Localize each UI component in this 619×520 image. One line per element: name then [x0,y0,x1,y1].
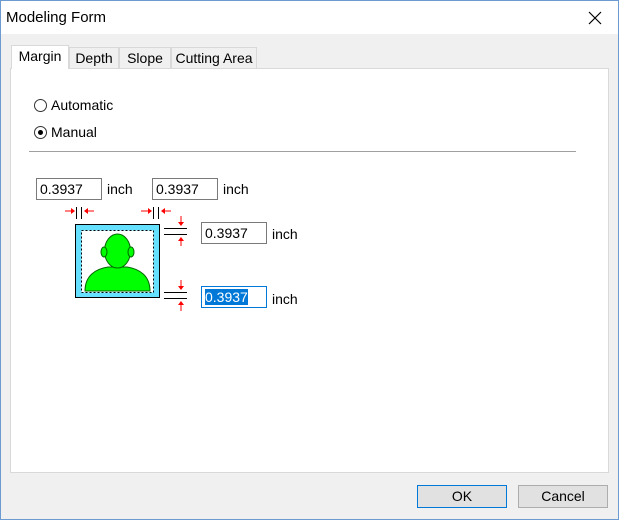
top-margin-arrows [178,216,184,246]
ok-button[interactable]: OK [417,485,507,508]
close-button[interactable] [572,1,618,34]
right-margin-arrows [141,208,171,214]
left-margin-arrows [65,208,94,214]
automatic-radio[interactable] [34,98,47,112]
automatic-radio-option[interactable]: Automatic [34,97,113,113]
cancel-button[interactable]: Cancel [518,485,608,508]
margin-tab-panel: Automatic Manual 0.3937 inch 0.3937 inch… [10,68,609,473]
title-bar: Modeling Form [1,1,618,34]
tab-depth[interactable]: Depth [69,47,119,68]
right-margin-unit: inch [223,181,249,197]
margin-diagram [65,207,187,311]
window-title: Modeling Form [6,9,107,26]
right-margin-indicator [153,207,159,219]
left-margin-input[interactable]: 0.3937 [36,178,102,200]
left-margin-unit: inch [107,181,133,197]
automatic-label: Automatic [51,97,114,113]
manual-radio[interactable] [34,125,47,139]
tab-margin[interactable]: Margin [11,45,69,69]
top-margin-input[interactable]: 0.3937 [201,222,267,244]
manual-radio-option[interactable]: Manual [34,124,97,140]
right-margin-input[interactable]: 0.3937 [152,178,218,200]
dialog-window: Modeling Form Margin Depth Slope Cutting… [0,0,619,520]
tab-cutting-area[interactable]: Cutting Area [171,47,257,68]
left-margin-indicator [76,207,82,219]
bottom-margin-input[interactable]: 0.3937 [201,286,267,308]
separator [29,151,576,152]
bottom-margin-indicator [164,292,187,299]
bottom-margin-arrows [178,280,184,311]
close-icon [588,11,602,24]
manual-label: Manual [51,124,97,140]
tab-slope[interactable]: Slope [119,47,171,68]
bottom-margin-value: 0.3937 [205,289,248,305]
bottom-margin-unit: inch [272,291,298,307]
top-margin-unit: inch [272,226,298,242]
top-margin-indicator [164,228,187,235]
